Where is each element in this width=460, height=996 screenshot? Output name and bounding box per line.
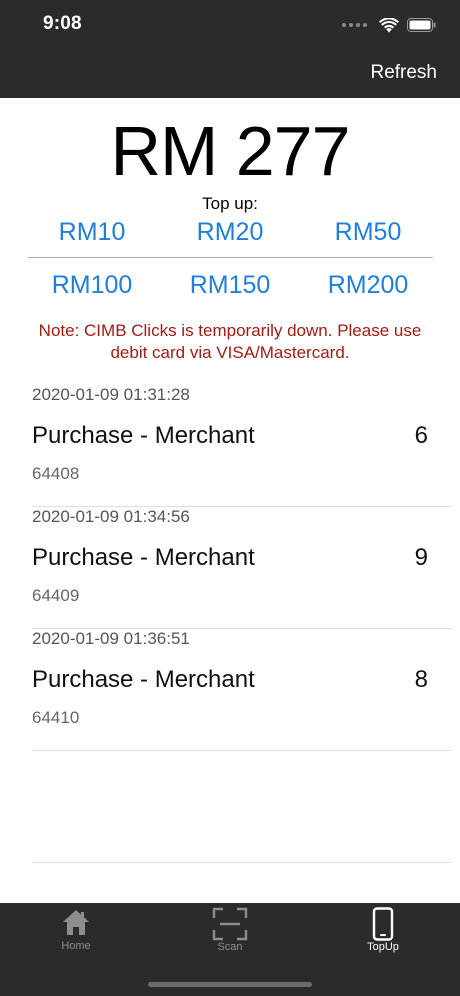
transaction-title: Purchase - Merchant [32,666,255,693]
balance-amount: RM 277 [110,112,350,190]
transaction-row[interactable]: 2020-01-09 01:31:28 Purchase - Merchant … [32,385,452,507]
service-note: Note: CIMB Clicks is temporarily down. P… [38,321,422,362]
phone-icon [372,907,394,941]
topup-rm150-button[interactable]: RM150 [160,271,300,300]
topup-rm10-button[interactable]: RM10 [22,218,162,247]
tab-label: Scan [217,941,243,953]
transaction-row[interactable]: 2020-01-09 01:34:56 Purchase - Merchant … [32,507,452,629]
transaction-datetime: 2020-01-09 01:31:28 [32,385,190,404]
transaction-amount: 8 [414,666,428,693]
tab-scan[interactable]: Scan [180,907,280,963]
topup-rm100-button[interactable]: RM100 [22,271,162,300]
status-icons [342,15,436,35]
top-bar: 9:08 Refresh [0,0,460,98]
cellular-signal-icon [342,23,367,27]
scan-icon [212,907,248,941]
transaction-amount: 6 [414,422,428,449]
topup-divider [28,257,433,258]
tab-label: TopUp [367,941,399,953]
transaction-datetime: 2020-01-09 01:36:51 [32,629,190,648]
refresh-button[interactable]: Refresh [370,62,437,84]
transaction-amount: 9 [414,544,428,571]
tab-home[interactable]: Home [26,907,126,963]
transaction-id: 64410 [32,708,80,727]
topup-rm50-button[interactable]: RM50 [298,218,438,247]
row-divider [32,750,452,751]
home-icon [63,910,89,935]
transaction-id: 64409 [32,586,80,605]
topup-rm200-button[interactable]: RM200 [298,271,438,300]
topup-label: Top up: [202,194,258,213]
list-bottom-divider [32,862,452,863]
transaction-title: Purchase - Merchant [32,422,255,449]
topup-rm20-button[interactable]: RM20 [160,218,300,247]
tab-topup[interactable]: TopUp [333,907,433,963]
transaction-title: Purchase - Merchant [32,544,255,571]
battery-icon [407,18,436,32]
transaction-row[interactable]: 2020-01-09 01:36:51 Purchase - Merchant … [32,629,452,751]
transaction-datetime: 2020-01-09 01:34:56 [32,507,190,526]
wifi-icon [379,17,399,32]
tab-label: Home [61,940,91,952]
transaction-id: 64408 [32,464,80,483]
home-indicator [148,982,312,987]
status-time: 9:08 [43,13,82,34]
